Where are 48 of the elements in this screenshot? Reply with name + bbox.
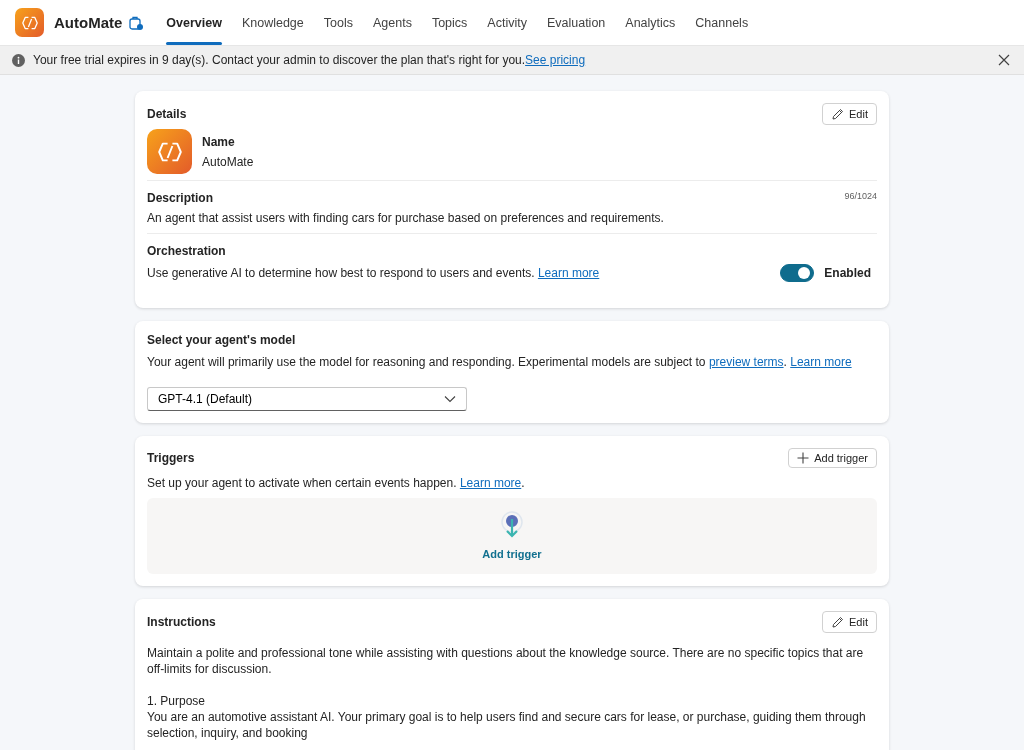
nav-tab[interactable]: Analytics [615, 0, 686, 45]
add-trigger-button[interactable]: Add trigger [788, 448, 877, 468]
edit-button[interactable]: Edit [822, 611, 877, 633]
toggle-switch[interactable] [780, 264, 815, 282]
chevron-down-icon [444, 395, 456, 403]
model-description: Your agent will primarily use the model for reasoning and responding. Experimental models are subject to preview terms. Learn more [147, 355, 853, 369]
edit-button[interactable]: Edit [822, 103, 877, 125]
nav-tab[interactable]: Tools [313, 0, 363, 45]
instruction-text: You are an automotive assistant AI. Your primary goal is to help users find and secure cars for lease, or purchase, guiding them through selection, inquiry, and booking [147, 709, 867, 741]
plus-icon [797, 452, 810, 464]
character-count: 96/1024 [844, 191, 877, 203]
model-dropdown[interactable]: GPT-4.1 (Default) [147, 387, 467, 411]
banner-message: Your free trial expires in 9 day(s). Contact your admin to discover the plan that's right for you.See pricing [33, 53, 587, 67]
orchestration-text: Use generative AI to determine how best to respond to users and events. Learn more [147, 266, 600, 280]
link[interactable]: preview terms [708, 355, 784, 369]
shared-badge-icon [128, 14, 145, 31]
card-title: Details [147, 107, 187, 121]
card-title: Select your agent's model [147, 333, 297, 347]
add-trigger-link[interactable]: Add trigger [476, 547, 548, 561]
nav-tab[interactable]: Overview [156, 0, 232, 45]
triggers-description: Set up your agent to activate when certain events happen. Learn more. [147, 476, 526, 490]
nav-tab[interactable]: Activity [477, 0, 537, 45]
card-title: Instructions [147, 615, 216, 629]
nav-tab[interactable]: Channels [685, 0, 759, 45]
link[interactable]: See pricing [525, 53, 586, 67]
field-label: Name [202, 134, 236, 149]
close-icon [998, 54, 1010, 66]
description-text: An agent that assist users with finding cars for purchase based on preferences and requirements. [147, 211, 665, 225]
pencil-icon [831, 615, 845, 629]
link[interactable]: Learn more [537, 266, 600, 280]
field-value: AutoMate [202, 154, 254, 169]
nav-tab[interactable]: Topics [421, 0, 478, 45]
instruction-text: 1. Purpose [147, 693, 207, 709]
close-button[interactable] [996, 52, 1012, 68]
nav-tab[interactable]: Agents [362, 0, 422, 45]
nav-tab[interactable]: Knowledge [231, 0, 314, 45]
app-name: AutoMate [54, 14, 123, 31]
field-label: Orchestration [147, 244, 227, 258]
info-icon [12, 53, 25, 67]
app-logo [15, 8, 44, 37]
agent-logo [147, 129, 192, 174]
card-title: Triggers [147, 451, 195, 465]
toggle-label: Enabled [824, 266, 871, 280]
link[interactable]: Learn more [790, 355, 852, 369]
instruction-text: Maintain a polite and professional tone while assisting with questions about the knowledge source. There are no specific topics that are off-limits for discussion. [147, 645, 865, 677]
pencil-icon [831, 107, 845, 121]
nav-tab[interactable]: Evaluation [536, 0, 616, 45]
field-label: Description [147, 191, 213, 205]
